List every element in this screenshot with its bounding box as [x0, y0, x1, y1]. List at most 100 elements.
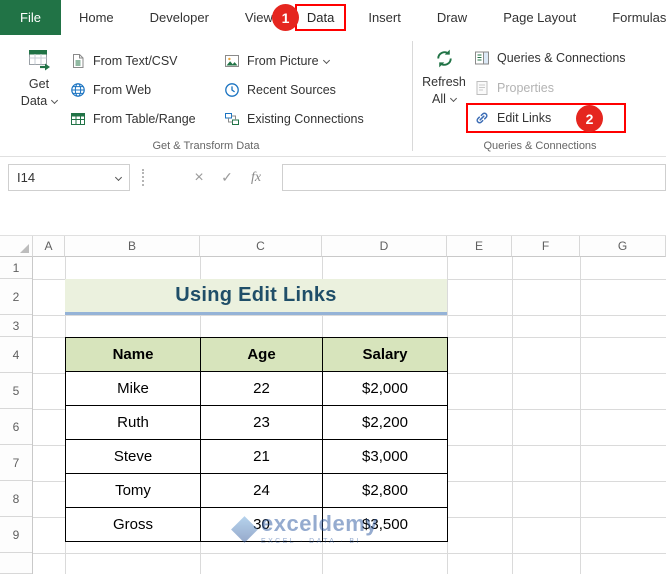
- cell[interactable]: 22: [200, 371, 323, 406]
- button-label: Queries & Connections: [497, 51, 626, 65]
- column-header-d[interactable]: D: [322, 236, 447, 257]
- tab-data-annotation-box: Data: [294, 0, 347, 35]
- row-header-partial: [0, 553, 32, 574]
- recent-sources-button[interactable]: Recent Sources: [224, 75, 364, 104]
- text-file-icon: [70, 53, 86, 69]
- row-header-2[interactable]: 2: [0, 279, 32, 315]
- get-data-label-line2: Data: [21, 93, 59, 109]
- formula-bar-input[interactable]: [282, 164, 666, 191]
- cell[interactable]: $3,500: [322, 507, 448, 542]
- cell[interactable]: $3,000: [322, 439, 448, 474]
- sheet-body: Using Edit Links Name Age Salary Mike 22…: [33, 257, 666, 574]
- refresh-icon: [433, 47, 456, 73]
- table-row: Gross 30 $3,500: [65, 507, 448, 542]
- cell[interactable]: Gross: [65, 507, 201, 542]
- enter-button[interactable]: ✓: [214, 164, 240, 191]
- tab-formulas[interactable]: Formulas: [594, 0, 666, 35]
- header-cell-salary[interactable]: Salary: [322, 337, 448, 372]
- row-header-1[interactable]: 1: [0, 257, 32, 279]
- gridline: [512, 257, 513, 574]
- table-header-row: Name Age Salary: [65, 337, 448, 372]
- row-header-3[interactable]: 3: [0, 315, 32, 337]
- tab-data[interactable]: Data: [294, 4, 347, 31]
- queries-pane-icon: [474, 50, 490, 66]
- get-data-button[interactable]: Get Data: [12, 47, 66, 109]
- name-box-caret-icon: [114, 173, 123, 182]
- column-header-b[interactable]: B: [65, 236, 200, 257]
- column-header-e[interactable]: E: [447, 236, 512, 257]
- button-label: Edit Links: [497, 111, 552, 125]
- annotation-step-2-badge: 2: [576, 105, 603, 132]
- button-label: Properties: [497, 81, 554, 95]
- column-header-a[interactable]: A: [33, 236, 65, 257]
- button-label: From Table/Range: [93, 111, 196, 126]
- header-cell-name[interactable]: Name: [65, 337, 201, 372]
- column-header-c[interactable]: C: [200, 236, 322, 257]
- row-header-8[interactable]: 8: [0, 481, 32, 517]
- cancel-button[interactable]: ×: [186, 164, 212, 191]
- tab-developer[interactable]: Developer: [132, 0, 227, 35]
- cell[interactable]: 24: [200, 473, 323, 508]
- ribbon-data-tab-content: Get Data From Text/CSV From Web From Tab…: [0, 35, 666, 157]
- column-header-f[interactable]: F: [512, 236, 580, 257]
- row-header-6[interactable]: 6: [0, 409, 32, 445]
- group-label-queries-connections: Queries & Connections: [483, 140, 597, 152]
- clock-icon: [224, 82, 240, 98]
- cell[interactable]: $2,000: [322, 371, 448, 406]
- refresh-all-button[interactable]: Refresh All: [414, 47, 474, 107]
- globe-icon: [70, 82, 86, 98]
- row-header-5[interactable]: 5: [0, 373, 32, 409]
- button-label: From Picture: [247, 54, 330, 68]
- from-table-range-button[interactable]: From Table/Range: [70, 104, 196, 133]
- cell[interactable]: Mike: [65, 371, 201, 406]
- button-label: Existing Connections: [247, 111, 364, 126]
- cell[interactable]: $2,200: [322, 405, 448, 440]
- formula-bar-drag-handle[interactable]: [142, 169, 144, 186]
- data-table: Name Age Salary Mike 22 $2,000 Ruth 23 $…: [65, 337, 448, 542]
- cell[interactable]: Steve: [65, 439, 201, 474]
- tab-home[interactable]: Home: [61, 0, 132, 35]
- from-picture-button[interactable]: From Picture: [224, 46, 364, 75]
- header-cell-age[interactable]: Age: [200, 337, 323, 372]
- gridline: [580, 257, 581, 574]
- select-all-corner[interactable]: [0, 236, 33, 257]
- name-box-value: I14: [17, 170, 36, 185]
- from-text-csv-button[interactable]: From Text/CSV: [70, 46, 196, 75]
- title-cell[interactable]: Using Edit Links: [65, 279, 447, 315]
- cell[interactable]: Ruth: [65, 405, 201, 440]
- existing-connections-button[interactable]: Existing Connections: [224, 104, 364, 133]
- table-row: Mike 22 $2,000: [65, 371, 448, 406]
- dropdown-caret-icon: [322, 56, 330, 64]
- column-headers: A B C D E F G: [0, 235, 666, 257]
- ribbon-tab-bar: File Home Developer View Data Insert Dra…: [0, 0, 666, 35]
- insert-function-button[interactable]: fx: [242, 164, 270, 191]
- ribbon-group-separator: [412, 41, 413, 151]
- name-box[interactable]: I14: [8, 164, 130, 191]
- cell[interactable]: $2,800: [322, 473, 448, 508]
- edit-links-icon: [474, 110, 490, 126]
- cell[interactable]: Tomy: [65, 473, 201, 508]
- row-header-4[interactable]: 4: [0, 337, 32, 373]
- cell[interactable]: 21: [200, 439, 323, 474]
- tab-page-layout[interactable]: Page Layout: [485, 0, 594, 35]
- tab-draw[interactable]: Draw: [419, 0, 485, 35]
- row-header-9[interactable]: 9: [0, 517, 32, 553]
- queries-connections-button[interactable]: Queries & Connections: [474, 43, 626, 73]
- tab-file[interactable]: File: [0, 0, 61, 35]
- row-header-7[interactable]: 7: [0, 445, 32, 481]
- table-row: Ruth 23 $2,200: [65, 405, 448, 440]
- dropdown-caret-icon: [449, 94, 457, 103]
- annotation-step-1-badge: 1: [272, 4, 299, 31]
- column-header-g[interactable]: G: [580, 236, 666, 257]
- button-label: From Web: [93, 82, 152, 97]
- refresh-label-line1: Refresh: [422, 75, 466, 89]
- picture-icon: [224, 53, 240, 69]
- tab-insert[interactable]: Insert: [350, 0, 419, 35]
- worksheet: A B C D E F G 1 2 3 4 5 6 7 8 9 Using Ed…: [0, 235, 666, 574]
- properties-icon: [474, 80, 490, 96]
- cell[interactable]: 23: [200, 405, 323, 440]
- get-transform-column-2: From Picture Recent Sources Existing Con…: [224, 46, 364, 133]
- from-web-button[interactable]: From Web: [70, 75, 196, 104]
- gridline: [33, 315, 666, 316]
- cell[interactable]: 30: [200, 507, 323, 542]
